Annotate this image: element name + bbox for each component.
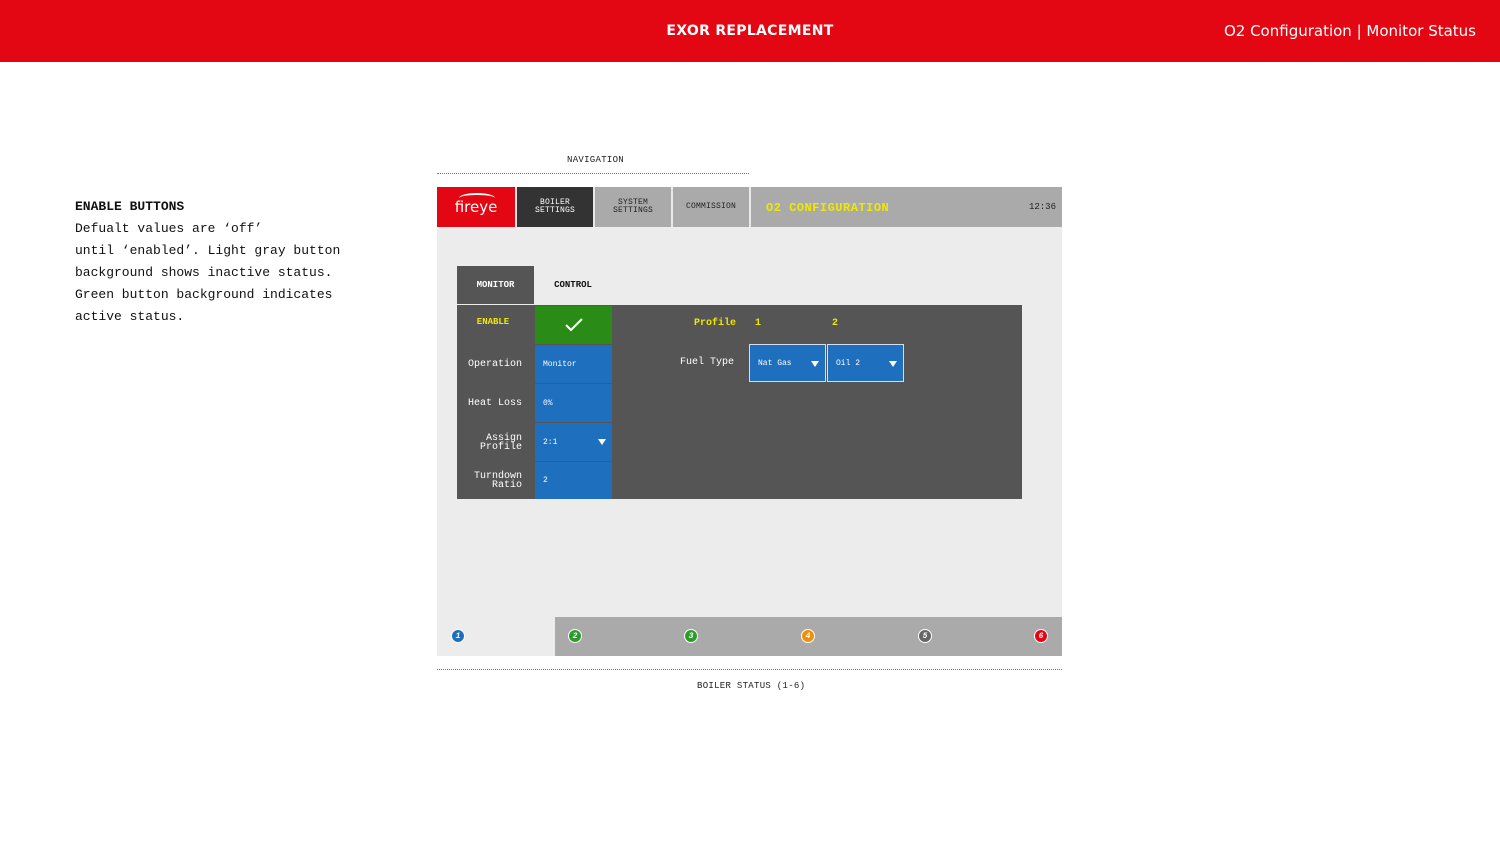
clock: 12:36 (1028, 202, 1056, 212)
boiler-status-dot-1[interactable]: 1 (451, 629, 465, 643)
boiler-status-dot-5[interactable]: 5 (918, 629, 932, 643)
dropdown-arrow-icon (889, 361, 897, 367)
monitor-panel: ENABLE Operation Monitor Heat Loss 0% As… (457, 305, 1022, 499)
note-title: ENABLE BUTTONS (75, 199, 185, 214)
dropdown-arrow-icon (811, 361, 819, 367)
tab-control[interactable]: CONTROL (535, 266, 611, 304)
profile-column-2: 2 (832, 318, 839, 329)
dropdown-arrow-icon (598, 439, 606, 445)
navigation-annotation: NAVIGATION (567, 155, 625, 165)
fireye-logo: fireye (437, 187, 515, 227)
screen-header: fireye BOILER SETTINGS SYSTEM SETTINGS C… (437, 187, 1062, 227)
boiler-status-dot-4[interactable]: 4 (801, 629, 815, 643)
fuel-type-dropdown-2[interactable]: Oil 2 (827, 344, 904, 382)
screen-title-bar: O2 CONFIGURATION 12:36 (751, 187, 1062, 227)
fuel-type-value-2: Oil 2 (836, 358, 861, 368)
turndown-ratio-label: Turndown Ratio (452, 472, 522, 491)
screen-title: O2 CONFIGURATION (766, 201, 890, 215)
navigation-annotation-line (437, 173, 749, 174)
fuel-type-label: Fuel Type (680, 357, 735, 368)
enable-buttons-note: ENABLE BUTTONS Defualt values are ‘off’ … (75, 196, 395, 328)
banner-subtitle: O2 Configuration | Monitor Status (1223, 22, 1476, 40)
fuel-type-value-1: Nat Gas (758, 358, 792, 368)
nav-system-settings-button[interactable]: SYSTEM SETTINGS (595, 187, 671, 227)
tab-control-label: CONTROL (554, 280, 592, 290)
logo-arc-icon (458, 193, 495, 203)
turndown-ratio-value: 2 (543, 476, 548, 485)
note-line: Green button background indicates (75, 287, 333, 302)
nav-boiler-settings-button[interactable]: BOILER SETTINGS (517, 187, 593, 227)
assign-profile-label-line2: Profile (479, 442, 522, 453)
note-line: until ‘enabled’. Light gray button (75, 243, 341, 258)
operation-value: Monitor (543, 359, 577, 369)
tab-monitor-label: MONITOR (476, 280, 515, 290)
boiler-status-dot-6[interactable]: 6 (1034, 629, 1048, 643)
profile-label: Profile (694, 318, 737, 329)
heat-loss-field[interactable]: 0% (535, 384, 612, 422)
enable-label: ENABLE (476, 317, 510, 327)
operation-field[interactable]: Monitor (535, 345, 612, 383)
heat-loss-value: 0% (543, 398, 553, 408)
device-screen: fireye BOILER SETTINGS SYSTEM SETTINGS C… (437, 187, 1062, 656)
boiler-status-bar: 1 2 3 4 5 6 (437, 617, 1062, 656)
tab-monitor[interactable]: MONITOR (457, 266, 534, 304)
boiler-status-annotation: BOILER STATUS (1-6) (697, 681, 806, 691)
note-line: Defualt values are ‘off’ (75, 221, 263, 236)
nav-commission-button[interactable]: COMMISSION (673, 187, 749, 227)
assign-profile-dropdown[interactable]: 2:1 (535, 423, 612, 461)
assign-profile-value: 2:1 (543, 437, 558, 447)
heat-loss-label: Heat Loss (467, 398, 522, 409)
checkmark-icon (564, 318, 583, 332)
assign-profile-label: Assign Profile (452, 434, 522, 453)
note-line: active status. (75, 309, 185, 324)
fuel-type-dropdown-1[interactable]: Nat Gas (749, 344, 826, 382)
turndown-ratio-label-line2: Ratio (491, 480, 522, 491)
boiler-status-dot-2[interactable]: 2 (568, 629, 582, 643)
nav-boiler-label-line2: SETTINGS (534, 206, 575, 215)
boiler-status-annotation-line (437, 669, 1062, 670)
operation-label: Operation (467, 359, 522, 370)
top-banner: EXOR REPLACEMENT O2 Configuration | Moni… (0, 0, 1500, 62)
boiler-status-dot-3[interactable]: 3 (684, 629, 698, 643)
nav-commission-label: COMMISSION (685, 202, 736, 211)
enable-toggle-button[interactable] (535, 306, 612, 344)
turndown-ratio-field[interactable]: 2 (535, 462, 612, 499)
profile-column-1: 1 (755, 318, 762, 329)
note-line: background shows inactive status. (75, 265, 333, 280)
nav-system-label-line2: SETTINGS (612, 206, 653, 215)
